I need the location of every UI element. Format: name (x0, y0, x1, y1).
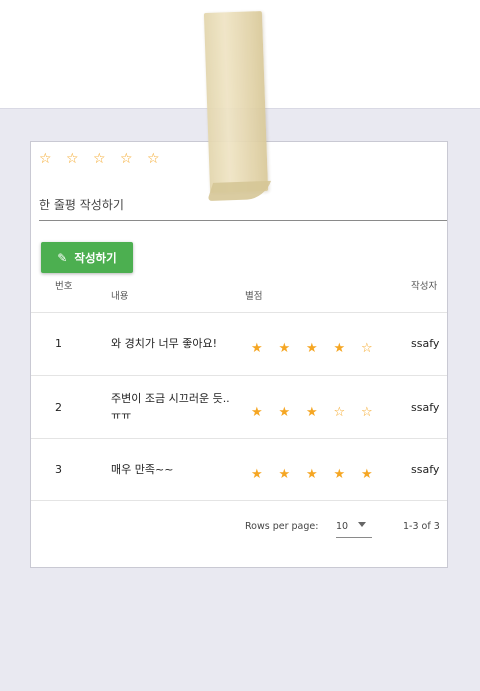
rating-star-icon-4[interactable]: ☆ (120, 151, 147, 167)
tape-decoration (203, 11, 272, 202)
write-button[interactable]: ✎ 작성하기 (41, 242, 133, 273)
row-rating: ★ ★ ★ ★ ☆ (251, 337, 389, 356)
star-icon: ★ (333, 467, 346, 482)
star-icon: ★ (278, 467, 291, 482)
header-number: 번호 (55, 281, 73, 292)
rating-star-icon-2[interactable]: ☆ (66, 151, 93, 167)
row-number: 1 (55, 337, 62, 350)
header-rating: 별점 (245, 291, 263, 302)
row-number: 2 (55, 401, 62, 414)
star-icon: ★ (251, 467, 263, 482)
rating-star-icon-3[interactable]: ☆ (93, 151, 120, 167)
rating-star-icon-1[interactable]: ☆ (39, 151, 66, 167)
row-content: 주변이 조금 시끄러운 듯.. ㅠㅠ (111, 392, 230, 422)
rows-per-page-label: Rows per page: (245, 521, 319, 532)
review-card: ☆ ☆ ☆ ☆ ☆ 한 줄평 작성하기 ✎ 작성하기 번호 내용 별점 작성자 1 와 … (30, 141, 448, 568)
star-icon: ★ (251, 405, 263, 420)
table-row[interactable]: 1 와 경치가 너무 좋아요! ★ ★ ★ ★ ☆ ssafy (31, 312, 447, 375)
row-number: 3 (55, 463, 62, 476)
star-icon: ☆ (333, 405, 346, 420)
table-row[interactable]: 3 매우 만족~~ ★ ★ ★ ★ ★ ssafy (31, 438, 447, 501)
write-button-label: 작성하기 (74, 250, 117, 265)
star-icon: ★ (333, 341, 346, 356)
rating-star-icon-5[interactable]: ☆ (147, 151, 174, 167)
rows-per-page-select[interactable]: 10 (336, 515, 372, 538)
pencil-icon: ✎ (57, 250, 68, 265)
star-icon: ★ (306, 341, 318, 356)
star-icon: ☆ (361, 341, 373, 356)
rating-input[interactable]: ☆ ☆ ☆ ☆ ☆ (39, 148, 174, 167)
row-author: ssafy (411, 401, 440, 414)
row-content: 매우 만족~~ (111, 463, 174, 476)
star-icon: ★ (278, 405, 291, 420)
star-icon: ★ (306, 405, 318, 420)
star-icon: ☆ (361, 405, 373, 420)
table-footer: Rows per page: 10 1-3 of 3 (31, 500, 447, 545)
row-rating: ★ ★ ★ ☆ ☆ (251, 401, 389, 420)
review-input-placeholder: 한 줄평 작성하기 (39, 198, 124, 212)
row-rating: ★ ★ ★ ★ ★ (251, 463, 389, 482)
page-range: 1-3 of 3 (403, 521, 440, 532)
header-content: 내용 (111, 291, 129, 302)
table-row[interactable]: 2 주변이 조금 시끄러운 듯.. ㅠㅠ ★ ★ ★ ☆ ☆ ssafy (31, 375, 447, 438)
rows-per-page-value: 10 (336, 521, 349, 532)
star-icon: ★ (361, 467, 373, 482)
star-icon: ★ (306, 467, 318, 482)
star-icon: ★ (278, 341, 291, 356)
caret-down-icon (358, 522, 366, 527)
star-icon: ★ (251, 341, 263, 356)
row-author: ssafy (411, 337, 440, 350)
row-author: ssafy (411, 463, 440, 476)
header-author: 작성자 (411, 281, 438, 292)
row-content: 와 경치가 너무 좋아요! (111, 337, 217, 350)
